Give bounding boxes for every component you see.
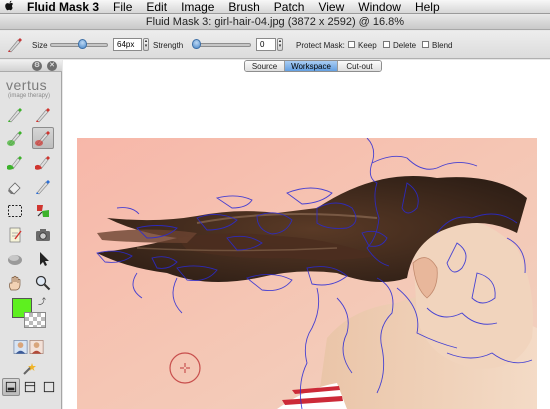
view-split-icon[interactable] bbox=[21, 378, 39, 396]
vertus-tagline: (image therapy) bbox=[8, 93, 51, 99]
strength-slider[interactable] bbox=[193, 43, 251, 47]
menu-image[interactable]: Image bbox=[174, 0, 221, 14]
people-icon[interactable] bbox=[12, 336, 46, 358]
size-label: Size bbox=[32, 40, 48, 50]
delete-local-fill-icon[interactable] bbox=[32, 127, 54, 149]
keep-global-fill-icon[interactable] bbox=[4, 152, 26, 174]
menu-window[interactable]: Window bbox=[351, 0, 408, 14]
tab-cutout[interactable]: Cut-out bbox=[337, 61, 381, 71]
delete-global-fill-icon[interactable] bbox=[32, 152, 54, 174]
keep-brush-icon[interactable] bbox=[4, 104, 26, 126]
hand-tool-icon[interactable] bbox=[4, 272, 26, 294]
size-field[interactable]: 64px bbox=[113, 38, 142, 51]
strength-stepper[interactable]: ▴ ▾ bbox=[277, 38, 283, 51]
strength-label: Strength bbox=[153, 40, 184, 50]
delete-brush-icon[interactable] bbox=[32, 104, 54, 126]
menu-bar: Fluid Mask 3 File Edit Image Brush Patch… bbox=[0, 0, 550, 14]
rect-select-icon[interactable] bbox=[4, 200, 26, 222]
menu-file[interactable]: File bbox=[106, 0, 139, 14]
edit-document-icon[interactable] bbox=[4, 224, 26, 246]
menu-app[interactable]: Fluid Mask 3 bbox=[20, 0, 106, 14]
delete-label: Delete bbox=[393, 40, 417, 50]
delete-checkbox[interactable] bbox=[383, 41, 390, 48]
window-title: Fluid Mask 3: girl-hair-04.jpg (3872 x 2… bbox=[145, 16, 405, 28]
pointer-arrow-icon[interactable] bbox=[32, 248, 54, 270]
strength-slider-knob[interactable] bbox=[191, 39, 201, 49]
zoom-icon[interactable] bbox=[32, 272, 54, 294]
wand-tool-icon[interactable] bbox=[18, 358, 40, 380]
tab-source[interactable]: Source bbox=[245, 61, 284, 71]
apple-menu-icon[interactable] bbox=[0, 0, 20, 14]
cutout-tool-icon[interactable] bbox=[32, 200, 54, 222]
keep-local-fill-icon[interactable] bbox=[4, 127, 26, 149]
strength-field[interactable]: 0 bbox=[256, 38, 276, 51]
brush-toolbar: Size 64px ▴ ▾ Strength 0 ▴ ▾ Protect Mask:… bbox=[0, 31, 550, 59]
smudge-tool-icon[interactable] bbox=[4, 248, 26, 270]
menu-view[interactable]: View bbox=[311, 0, 351, 14]
patch-brush-icon[interactable] bbox=[32, 176, 54, 198]
vertus-logo: vertus bbox=[6, 77, 48, 93]
menu-brush[interactable]: Brush bbox=[221, 0, 266, 14]
image-preview bbox=[77, 138, 537, 409]
background-color-swatch[interactable] bbox=[24, 312, 46, 328]
panel-close-icon[interactable]: ✕ bbox=[47, 61, 57, 71]
eraser-icon[interactable] bbox=[4, 176, 26, 198]
swap-colors-icon[interactable]: ⤴ bbox=[38, 296, 46, 307]
image-canvas[interactable] bbox=[77, 138, 537, 409]
menu-help[interactable]: Help bbox=[408, 0, 447, 14]
keep-checkbox[interactable] bbox=[348, 41, 355, 48]
menu-patch[interactable]: Patch bbox=[267, 0, 312, 14]
brush-preview-icon bbox=[6, 31, 24, 59]
blend-checkbox[interactable] bbox=[422, 41, 429, 48]
size-stepper[interactable]: ▴ ▾ bbox=[143, 38, 149, 51]
protect-mask-label: Protect Mask: bbox=[296, 40, 345, 50]
size-slider-knob[interactable] bbox=[77, 39, 87, 49]
keep-label: Keep bbox=[358, 40, 377, 50]
window-titlebar[interactable]: Fluid Mask 3: girl-hair-04.jpg (3872 x 2… bbox=[0, 15, 550, 30]
panel-options-icon[interactable]: ⚙ bbox=[32, 61, 42, 71]
view-single-icon[interactable] bbox=[2, 378, 20, 396]
blend-label: Blend bbox=[432, 40, 453, 50]
menu-edit[interactable]: Edit bbox=[139, 0, 174, 14]
camera-icon[interactable] bbox=[32, 224, 54, 246]
tool-panel: ⚙ ✕ vertus (image therapy) ⤴ bbox=[0, 60, 62, 409]
tab-workspace[interactable]: Workspace bbox=[284, 61, 337, 71]
view-full-icon[interactable] bbox=[40, 378, 58, 396]
tool-panel-header: ⚙ ✕ bbox=[0, 60, 62, 72]
view-mode-tabs: Source Workspace Cut-out bbox=[244, 60, 382, 72]
